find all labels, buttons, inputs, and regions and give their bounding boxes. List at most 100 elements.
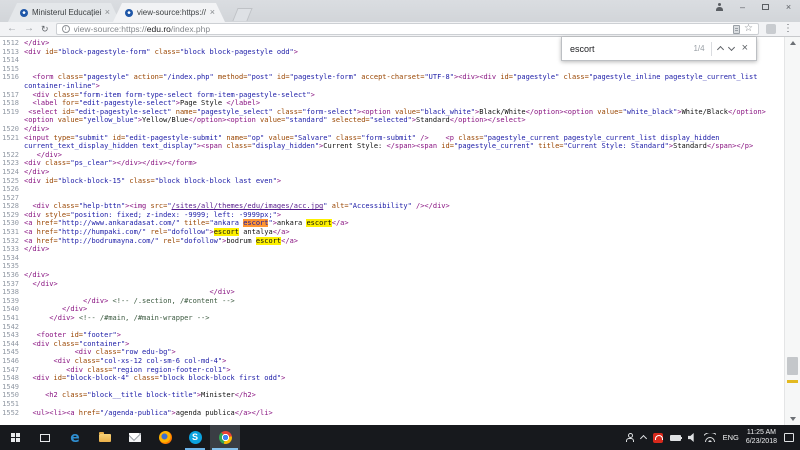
source-code-text: </div> (24, 271, 784, 280)
line-number: 1514 (0, 56, 24, 65)
find-input[interactable] (570, 44, 687, 54)
source-line: 1547 <div class="region region-footer-co… (0, 366, 784, 375)
close-button[interactable]: × (777, 0, 800, 13)
mail-icon (129, 433, 141, 442)
language-indicator[interactable]: ENG (723, 433, 739, 442)
scroll-down-arrow[interactable] (790, 417, 796, 421)
source-line: 1524</div> (0, 168, 784, 177)
source-line: 1550 <h2 class="block__title block-title… (0, 391, 784, 400)
line-number: 1546 (0, 357, 24, 366)
line-number: 1529 (0, 211, 24, 220)
line-number: 1549 (0, 383, 24, 392)
source-line: 1522 </div> (0, 151, 784, 160)
scroll-up-arrow[interactable] (790, 41, 796, 45)
minimize-button[interactable]: – (731, 0, 754, 13)
source-line: 1552 <ul><li><a href="/agenda-publica">a… (0, 409, 784, 418)
folder-icon (99, 434, 111, 442)
source-line: 1515 (0, 65, 784, 74)
source-line: 1521<input type="submit" id="edit-pagest… (0, 134, 784, 151)
source-line: 1534 (0, 254, 784, 263)
action-center-icon[interactable] (784, 433, 794, 442)
people-icon[interactable] (625, 433, 634, 442)
find-match-counter: 1/4 (693, 44, 704, 53)
source-line: 1523<div class="ps_clear"></div></div></… (0, 159, 784, 168)
antivirus-icon[interactable] (653, 433, 663, 443)
source-code-text: <div class="col-xs-12 col-sm-6 col-md-4"… (24, 357, 784, 366)
wifi-icon[interactable] (704, 433, 716, 442)
line-number: 1539 (0, 297, 24, 306)
tab-title: view-source:https://edu.ro/index.php (137, 8, 206, 17)
line-number: 1519 (0, 108, 24, 125)
page-info-icon[interactable]: i (62, 25, 70, 33)
battery-icon[interactable] (670, 435, 681, 441)
firefox-button[interactable] (150, 425, 180, 450)
source-code-view: 1512</div>1513<div id="block-pagestyle-f… (0, 37, 784, 425)
forward-button[interactable]: → (24, 24, 34, 34)
source-code-text: <a href="http://humpaki.com/" rel="dofol… (24, 228, 784, 237)
volume-icon[interactable] (688, 433, 697, 442)
maximize-button[interactable] (754, 0, 777, 13)
edge-button[interactable]: e (60, 425, 90, 450)
task-view-button[interactable] (30, 425, 60, 450)
profile-button[interactable] (708, 0, 731, 13)
tab-view-source[interactable]: view-source:https://edu.ro/index.php × (113, 3, 225, 22)
extension-icon[interactable] (766, 24, 776, 34)
source-line: 1543 <footer id="footer"> (0, 331, 784, 340)
back-button[interactable]: ← (7, 24, 17, 34)
line-number: 1517 (0, 91, 24, 100)
line-number: 1537 (0, 280, 24, 289)
tab-close-icon[interactable]: × (105, 8, 110, 17)
source-line: 1540 </div> (0, 305, 784, 314)
find-previous-icon[interactable] (717, 46, 724, 53)
new-tab-button[interactable] (232, 8, 252, 21)
start-button[interactable] (0, 425, 30, 450)
site-favicon (20, 9, 28, 17)
source-code-text: <select id="edit-pagestyle-select" name=… (24, 108, 784, 125)
show-hidden-icons-icon[interactable] (640, 435, 647, 442)
source-line: 1536</div> (0, 271, 784, 280)
source-line: 1517 <div class="form-item form-type-sel… (0, 91, 784, 100)
source-line: 1544 <div class="container"> (0, 340, 784, 349)
find-bar: 1/4 × (561, 37, 757, 61)
file-explorer-button[interactable] (90, 425, 120, 450)
source-line: 1528 <div class="help-bttn"><img src="/s… (0, 202, 784, 211)
find-close-icon[interactable]: × (742, 43, 748, 54)
line-number: 1538 (0, 288, 24, 297)
source-code-text: </div> (24, 125, 784, 134)
line-number: 1523 (0, 159, 24, 168)
mail-button[interactable] (120, 425, 150, 450)
address-bar[interactable]: i view-source:https://edu.ro/index.php ☆ (56, 23, 759, 35)
line-number: 1536 (0, 271, 24, 280)
browser-menu-icon[interactable]: ⋮ (783, 24, 793, 34)
source-code-text: </div> (24, 280, 784, 289)
source-code-text: </div> (24, 288, 784, 297)
bookmark-star-icon[interactable]: ☆ (744, 24, 753, 34)
save-page-icon[interactable] (733, 25, 740, 34)
date-text: 6/23/2018 (746, 438, 777, 447)
source-line: 1535 (0, 262, 784, 271)
tab-ministerul-educatiei[interactable]: Ministerul Educației Naționale × (8, 3, 120, 22)
clock[interactable]: 11:25 AM 6/23/2018 (746, 429, 777, 446)
edge-icon: e (70, 431, 80, 445)
tab-close-icon[interactable]: × (210, 8, 215, 17)
reload-button[interactable]: ↻ (41, 25, 49, 34)
find-next-icon[interactable] (728, 44, 735, 51)
source-code-text: <form class="pagestyle" action="/index.p… (24, 73, 784, 90)
source-code-text: <footer id="footer"> (24, 331, 784, 340)
line-number: 1531 (0, 228, 24, 237)
source-code-text: <a href="http://bodrumayna.com/" rel="do… (24, 237, 784, 246)
chrome-button[interactable] (210, 425, 240, 450)
scrollbar-thumb[interactable] (787, 357, 798, 375)
line-number: 1552 (0, 409, 24, 418)
source-code-text: </div> <!-- /.section, /#content --> (24, 297, 784, 306)
source-code-text: </div> (24, 168, 784, 177)
scrollbar[interactable] (784, 37, 800, 425)
line-number: 1541 (0, 314, 24, 323)
source-code-text: <h2 class="block__title block-title">Min… (24, 391, 784, 400)
windows-taskbar: e S ENG 11:25 AM 6/23/2018 (0, 425, 800, 450)
skype-button[interactable]: S (180, 425, 210, 450)
source-code-text (24, 400, 784, 409)
line-number: 1547 (0, 366, 24, 375)
divider (711, 42, 712, 56)
source-line: 1545 <div class="row edu-bg"> (0, 348, 784, 357)
